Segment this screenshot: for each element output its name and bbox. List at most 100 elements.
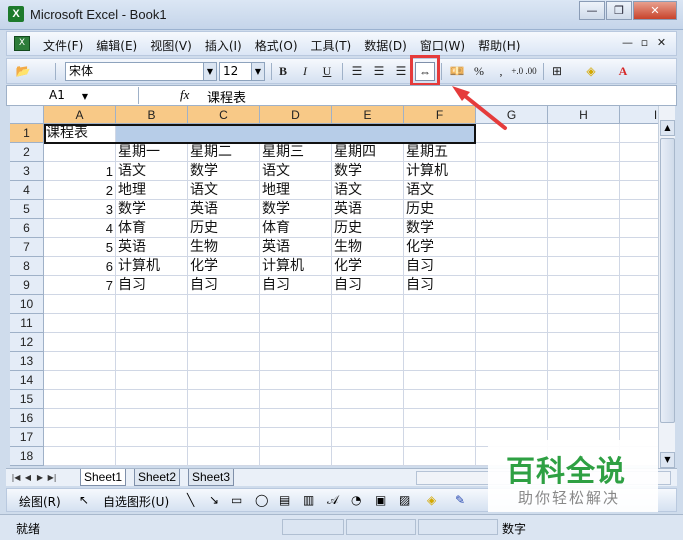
- menu-item[interactable]: 格式(O): [255, 37, 298, 54]
- tab-sheet2[interactable]: Sheet2: [134, 469, 181, 486]
- cell-b8[interactable]: 计算机: [116, 257, 188, 276]
- cell-d7[interactable]: 英语: [260, 238, 332, 257]
- chevron-down-icon[interactable]: ▼: [251, 63, 264, 80]
- fx-button[interactable]: fx: [180, 87, 189, 103]
- vertical-scrollbar[interactable]: ▲ ▼: [658, 106, 675, 468]
- menu-item[interactable]: 数据(D): [364, 37, 407, 54]
- picture-icon[interactable]: ▨: [399, 493, 410, 507]
- draw-menu-button[interactable]: 绘图(R): [19, 493, 61, 510]
- row-header[interactable]: 14: [10, 371, 44, 390]
- first-sheet-icon[interactable]: |◀: [10, 471, 22, 485]
- cell-a9[interactable]: 7: [44, 276, 116, 295]
- cell-d5[interactable]: 数学: [260, 200, 332, 219]
- cell-e3[interactable]: 数学: [332, 162, 404, 181]
- cell-f6[interactable]: 数学: [404, 219, 476, 238]
- wordart-icon[interactable]: 𝒜: [327, 493, 338, 508]
- row-header[interactable]: 8: [10, 257, 44, 276]
- textbox-icon[interactable]: ▤: [279, 493, 290, 507]
- row-header[interactable]: 3: [10, 162, 44, 181]
- cell-b3[interactable]: 语文: [116, 162, 188, 181]
- cell-c7[interactable]: 生物: [188, 238, 260, 257]
- align-right-icon[interactable]: ☰: [391, 62, 411, 81]
- menu-item[interactable]: 文件(F): [43, 37, 83, 54]
- column-header[interactable]: G: [476, 106, 548, 124]
- next-sheet-icon[interactable]: ▶: [34, 471, 46, 485]
- cell-e6[interactable]: 历史: [332, 219, 404, 238]
- line-color-icon[interactable]: ✎: [455, 493, 465, 507]
- row-header[interactable]: 18: [10, 447, 44, 466]
- cell-a6[interactable]: 4: [44, 219, 116, 238]
- column-header[interactable]: E: [332, 106, 404, 124]
- select-objects-icon[interactable]: ↖: [79, 493, 89, 507]
- cell-b4[interactable]: 地理: [116, 181, 188, 200]
- percent-button[interactable]: %: [469, 62, 489, 81]
- close-icon[interactable]: ✕: [633, 1, 677, 20]
- cell-f7[interactable]: 化学: [404, 238, 476, 257]
- cell-b2[interactable]: 星期一: [116, 143, 188, 162]
- row-header[interactable]: 11: [10, 314, 44, 333]
- cell-a3[interactable]: 1: [44, 162, 116, 181]
- cell-a5[interactable]: 3: [44, 200, 116, 219]
- cell-c8[interactable]: 化学: [188, 257, 260, 276]
- column-header[interactable]: B: [116, 106, 188, 124]
- clipart-icon[interactable]: ▣: [375, 493, 386, 507]
- row-header[interactable]: 13: [10, 352, 44, 371]
- column-header[interactable]: D: [260, 106, 332, 124]
- cell-d2[interactable]: 星期三: [260, 143, 332, 162]
- last-sheet-icon[interactable]: ▶|: [46, 471, 58, 485]
- font-color-icon[interactable]: A: [613, 62, 633, 81]
- menu-item[interactable]: 工具(T): [311, 37, 352, 54]
- cell-e8[interactable]: 化学: [332, 257, 404, 276]
- fill-color-icon[interactable]: ◈: [581, 62, 601, 81]
- row-header[interactable]: 2: [10, 143, 44, 162]
- column-header[interactable]: H: [548, 106, 620, 124]
- name-box[interactable]: A1 ▼: [9, 87, 139, 104]
- increase-decimal-button[interactable]: +.0 .00: [509, 62, 539, 81]
- draw-fill-color-icon[interactable]: ◈: [427, 493, 436, 507]
- cell-a4[interactable]: 2: [44, 181, 116, 200]
- oval-icon[interactable]: ◯: [255, 493, 268, 507]
- cell-d6[interactable]: 体育: [260, 219, 332, 238]
- row-header[interactable]: 12: [10, 333, 44, 352]
- menu-item[interactable]: 窗口(W): [420, 37, 465, 54]
- comma-style-button[interactable]: ,: [491, 62, 511, 81]
- scroll-thumb[interactable]: [660, 138, 675, 423]
- arrow-icon[interactable]: ↘: [209, 493, 219, 507]
- bold-button[interactable]: B: [273, 62, 293, 81]
- column-header[interactable]: C: [188, 106, 260, 124]
- chevron-down-icon[interactable]: ▼: [82, 88, 88, 105]
- menu-item[interactable]: 插入(I): [205, 37, 242, 54]
- row-header[interactable]: 5: [10, 200, 44, 219]
- cell-d9[interactable]: 自习: [260, 276, 332, 295]
- rectangle-icon[interactable]: ▭: [231, 493, 242, 507]
- cell-c2[interactable]: 星期二: [188, 143, 260, 162]
- italic-button[interactable]: I: [295, 62, 315, 81]
- formula-input[interactable]: 课程表: [207, 87, 246, 106]
- align-left-icon[interactable]: ☰: [347, 62, 367, 81]
- row-header[interactable]: 15: [10, 390, 44, 409]
- cell-e5[interactable]: 英语: [332, 200, 404, 219]
- cell-e7[interactable]: 生物: [332, 238, 404, 257]
- cell-b6[interactable]: 体育: [116, 219, 188, 238]
- cell-f9[interactable]: 自习: [404, 276, 476, 295]
- cell-d8[interactable]: 计算机: [260, 257, 332, 276]
- cell-c5[interactable]: 英语: [188, 200, 260, 219]
- menu-item[interactable]: 编辑(E): [96, 37, 137, 54]
- cell-e4[interactable]: 语文: [332, 181, 404, 200]
- column-header[interactable]: A: [44, 106, 116, 124]
- cell-e9[interactable]: 自习: [332, 276, 404, 295]
- prev-sheet-icon[interactable]: ◀: [22, 471, 34, 485]
- cell-b9[interactable]: 自习: [116, 276, 188, 295]
- scroll-up-icon[interactable]: ▲: [660, 120, 675, 136]
- row-header[interactable]: 10: [10, 295, 44, 314]
- underline-button[interactable]: U: [317, 62, 337, 81]
- menu-item[interactable]: 视图(V): [150, 37, 192, 54]
- cell-b7[interactable]: 英语: [116, 238, 188, 257]
- vertical-textbox-icon[interactable]: ▥: [303, 493, 314, 507]
- mdi-restore-icon[interactable]: ▫: [636, 36, 653, 49]
- mdi-close-icon[interactable]: ✕: [653, 36, 670, 49]
- cell-c3[interactable]: 数学: [188, 162, 260, 181]
- column-header[interactable]: F: [404, 106, 476, 124]
- cell-f5[interactable]: 历史: [404, 200, 476, 219]
- column-header[interactable]: I: [620, 106, 658, 124]
